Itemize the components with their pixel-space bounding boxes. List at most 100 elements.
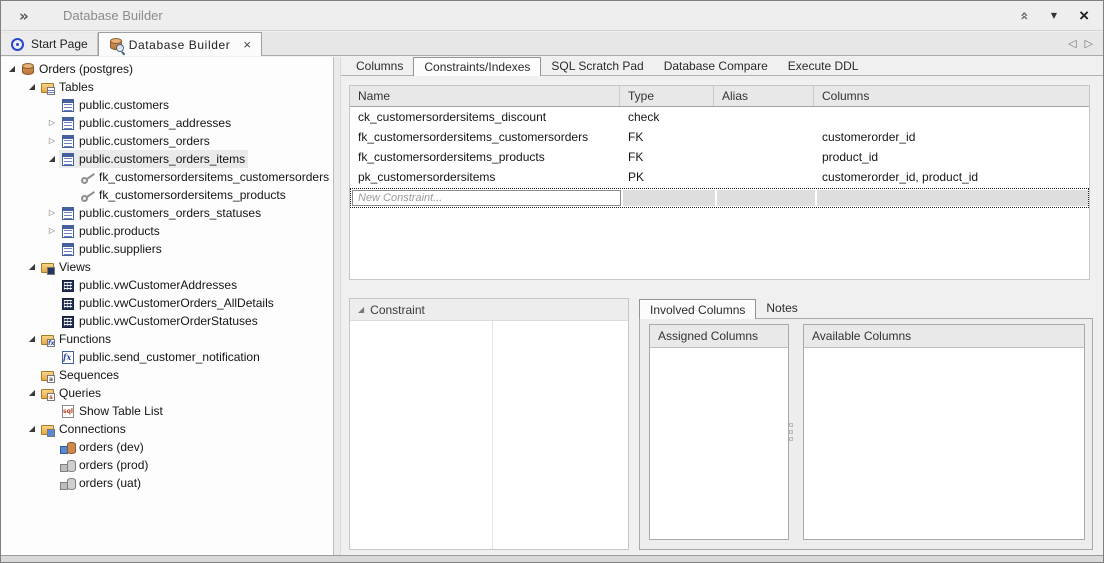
available-columns-listbox[interactable] (804, 348, 1084, 539)
tree-item-views[interactable]: Views (1, 258, 333, 276)
expand-arrow-icon[interactable] (45, 150, 59, 168)
collapse-arrow-icon[interactable] (45, 132, 59, 150)
table-icon (60, 116, 76, 131)
tree-item-sequences[interactable]: Sequences (1, 366, 333, 384)
columns-list-splitter[interactable] (786, 324, 796, 540)
function-icon (60, 350, 76, 365)
chevron-double-up-icon[interactable] (1016, 11, 1032, 20)
tab-database-builder[interactable]: Database Builder (98, 32, 262, 56)
folder-views-icon (40, 260, 56, 275)
database-builder-window: Database Builder Start Page Database Bui… (0, 0, 1104, 563)
tab-scroll-controls: ◁ ▷ (1068, 37, 1093, 50)
new-constraint-row[interactable]: New Constraint... (350, 188, 1089, 208)
connection-active-icon (60, 440, 76, 455)
chevron-double-right-icon[interactable] (19, 7, 45, 25)
tree-item-orders-uat[interactable]: orders (uat) (1, 474, 333, 492)
constraint-panel-title: Constraint (370, 303, 425, 317)
expand-arrow-icon[interactable] (25, 330, 39, 348)
builder-tab-bar: Columns Constraints/Indexes SQL Scratch … (341, 57, 1103, 76)
tab-notes[interactable]: Notes (756, 299, 807, 318)
connection-icon (60, 476, 76, 491)
tree-item-public-customers-orders-statuses[interactable]: public.customers_orders_statuses (1, 204, 333, 222)
available-columns-list: Available Columns (803, 324, 1085, 540)
tree-item-fk-customersordersitems-customersorders[interactable]: fk_customersordersitems_customersorders (1, 168, 333, 186)
tree-item-functions[interactable]: Functions (1, 330, 333, 348)
tab-start-page[interactable]: Start Page (1, 33, 98, 55)
view-icon (60, 314, 76, 329)
constraint-panel-header[interactable]: Constraint (350, 299, 628, 321)
assigned-columns-list: Assigned Columns (649, 324, 789, 540)
tab-execute-ddl[interactable]: Execute DDL (778, 57, 869, 75)
table-icon (60, 242, 76, 257)
document-tab-bar: Start Page Database Builder ◁ ▷ (1, 32, 1103, 56)
folder-tables-icon (40, 80, 56, 95)
tree-item-public-suppliers[interactable]: public.suppliers (1, 240, 333, 258)
table-icon (60, 152, 76, 167)
folder-functions-icon (40, 332, 56, 347)
assigned-columns-listbox[interactable] (650, 348, 788, 539)
database-icon (20, 62, 36, 77)
expand-arrow-icon[interactable] (25, 384, 39, 402)
tree-item-public-customers-orders-items[interactable]: public.customers_orders_items (1, 150, 333, 168)
tree-item-orders-dev[interactable]: orders (dev) (1, 438, 333, 456)
close-tab-icon[interactable] (243, 40, 251, 50)
tree-item-public-customers-orders[interactable]: public.customers_orders (1, 132, 333, 150)
tree-item-tables[interactable]: Tables (1, 78, 333, 96)
tree-item-orders-postgres[interactable]: Orders (postgres) (1, 60, 333, 78)
tab-constraints-indexes[interactable]: Constraints/Indexes (413, 57, 541, 76)
column-header-alias[interactable]: Alias (714, 86, 814, 106)
key-icon (80, 188, 96, 203)
expand-arrow-icon[interactable] (25, 420, 39, 438)
table-row[interactable]: ck_customersordersitems_discount check (350, 107, 1089, 127)
tree-item-queries[interactable]: Queries (1, 384, 333, 402)
tree-item-public-customers-addresses[interactable]: public.customers_addresses (1, 114, 333, 132)
tree-item-orders-prod[interactable]: orders (prod) (1, 456, 333, 474)
scroll-tabs-left-icon[interactable]: ◁ (1068, 37, 1076, 50)
table-row[interactable]: fk_customersordersitems_products FK prod… (350, 147, 1089, 167)
expand-arrow-icon[interactable] (25, 78, 39, 96)
folder-queries-icon (40, 386, 56, 401)
tree-item-public-send-customer-notification[interactable]: public.send_customer_notification (1, 348, 333, 366)
constraint-property-grid[interactable] (350, 321, 628, 549)
new-constraint-input[interactable]: New Constraint... (352, 190, 621, 206)
tree-item-show-table-list[interactable]: Show Table List (1, 402, 333, 420)
tab-involved-columns[interactable]: Involved Columns (639, 299, 756, 319)
tab-columns[interactable]: Columns (346, 57, 413, 75)
tab-sql-scratch-pad[interactable]: SQL Scratch Pad (541, 57, 653, 75)
tree-item-fk-customersordersitems-products[interactable]: fk_customersordersitems_products (1, 186, 333, 204)
involved-columns-body: Assigned Columns Available Columns (639, 318, 1093, 550)
tree-item-public-vwcustomeraddresses[interactable]: public.vwCustomerAddresses (1, 276, 333, 294)
view-icon (60, 278, 76, 293)
tree-splitter[interactable] (333, 57, 341, 555)
column-header-type[interactable]: Type (620, 86, 714, 106)
folder-sequences-icon (40, 368, 56, 383)
window-bottom-strip (1, 555, 1103, 562)
start-page-icon (10, 37, 26, 52)
connection-icon (60, 458, 76, 473)
details-tab-bar: Involved Columns Notes (639, 298, 1093, 318)
tab-label: Database Builder (129, 38, 231, 52)
titlebar: Database Builder (1, 1, 1103, 31)
collapse-section-icon[interactable] (358, 305, 364, 314)
window-menu-caret-icon[interactable] (1051, 11, 1057, 20)
table-icon (60, 224, 76, 239)
tab-database-compare[interactable]: Database Compare (654, 57, 778, 75)
tree-item-public-customers[interactable]: public.customers (1, 96, 333, 114)
scroll-tabs-right-icon[interactable]: ▷ (1085, 37, 1093, 50)
collapse-arrow-icon[interactable] (45, 222, 59, 240)
view-icon (60, 296, 76, 311)
window-close-icon[interactable] (1079, 9, 1089, 23)
tree-item-public-products[interactable]: public.products (1, 222, 333, 240)
tree-item-connections[interactable]: Connections (1, 420, 333, 438)
column-header-columns[interactable]: Columns (814, 86, 1089, 106)
expand-arrow-icon[interactable] (25, 258, 39, 276)
collapse-arrow-icon[interactable] (45, 204, 59, 222)
column-header-name[interactable]: Name (350, 86, 620, 106)
collapse-arrow-icon[interactable] (45, 114, 59, 132)
table-icon (60, 206, 76, 221)
expand-arrow-icon[interactable] (5, 60, 19, 78)
table-row[interactable]: pk_customersordersitems PK customerorder… (350, 167, 1089, 187)
table-row[interactable]: fk_customersordersitems_customersorders … (350, 127, 1089, 147)
tree-item-public-vwcustomerorders-alldetails[interactable]: public.vwCustomerOrders_AllDetails (1, 294, 333, 312)
tree-item-public-vwcustomerorderstatuses[interactable]: public.vwCustomerOrderStatuses (1, 312, 333, 330)
